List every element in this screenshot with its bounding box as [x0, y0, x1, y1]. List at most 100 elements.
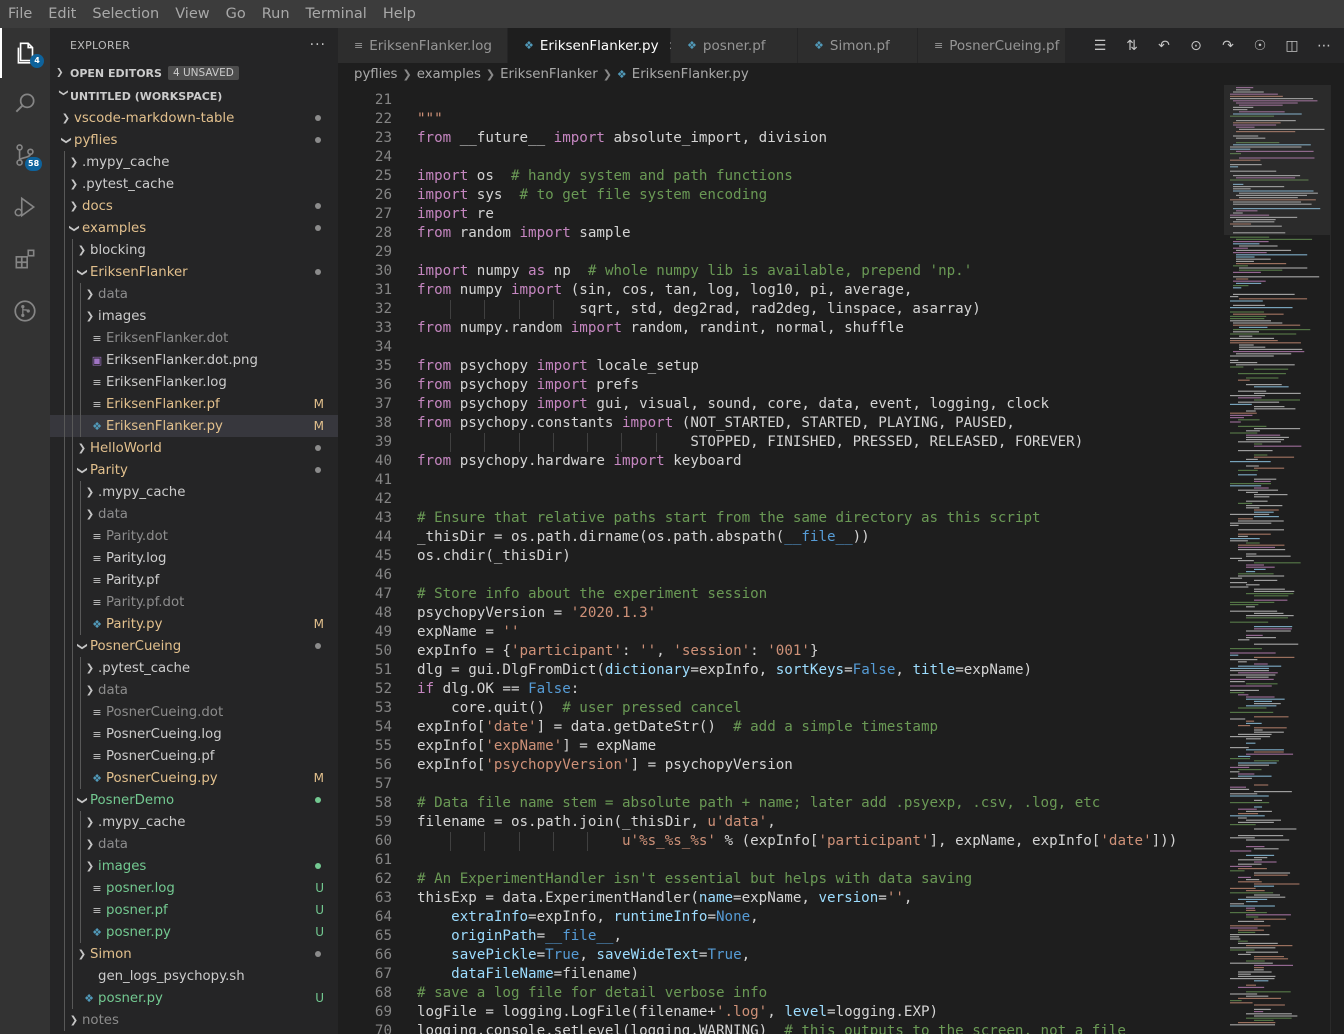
more-actions-button[interactable]: ···: [310, 37, 326, 53]
tree-file[interactable]: ≡ posner.pf U: [50, 899, 338, 921]
python-file-icon: ❖: [524, 39, 534, 52]
tree-file[interactable]: ≡ Parity.log: [50, 547, 338, 569]
menu-edit[interactable]: Edit: [40, 0, 84, 28]
breadcrumb-item[interactable]: pyflies: [354, 67, 398, 82]
menu-run[interactable]: Run: [254, 0, 298, 28]
tree-file[interactable]: ≡ EriksenFlanker.dot: [50, 327, 338, 349]
modified-dot: [315, 467, 321, 473]
tree-folder[interactable]: ❯ .mypy_cache: [50, 811, 338, 833]
source-control-view-button[interactable]: 58: [0, 130, 50, 180]
tree-file[interactable]: ≡ PosnerCueing.dot: [50, 701, 338, 723]
minimap-line: [1233, 265, 1248, 267]
compare-changes-icon[interactable]: ⇅: [1122, 38, 1142, 54]
tree-folder[interactable]: ❯ .pytest_cache: [50, 173, 338, 195]
tab-eriksenflanker-log[interactable]: ≡ EriksenFlanker.log: [338, 28, 508, 63]
breadcrumb-item[interactable]: EriksenFlanker: [500, 67, 598, 82]
tree-folder[interactable]: ❯ blocking: [50, 239, 338, 261]
tree-folder[interactable]: ❯ pyflies: [50, 129, 338, 151]
tree-folder[interactable]: ❯ HelloWorld: [50, 437, 338, 459]
tree-folder[interactable]: ❯ EriksenFlanker: [50, 261, 338, 283]
minimap-line: [1254, 806, 1263, 808]
tree-folder[interactable]: ❯ data: [50, 833, 338, 855]
tree-folder[interactable]: ❯ .mypy_cache: [50, 481, 338, 503]
indent-guide: [64, 173, 65, 195]
gitlens-view-button[interactable]: [0, 286, 50, 336]
tree-folder[interactable]: ❯ examples: [50, 217, 338, 239]
go-back-icon[interactable]: ↶: [1154, 38, 1174, 54]
minimap-line: [1254, 1008, 1271, 1010]
vertical-scrollbar[interactable]: [1330, 85, 1344, 1034]
tree-file[interactable]: ❖ EriksenFlanker.py M: [50, 415, 338, 437]
tree-folder[interactable]: ❯ images: [50, 305, 338, 327]
tree-file[interactable]: ≡ PosnerCueing.log: [50, 723, 338, 745]
breadcrumb-item[interactable]: examples: [417, 67, 481, 82]
more-icon[interactable]: ⋯: [1314, 38, 1334, 54]
code-token: ])): [1151, 833, 1178, 849]
tree-folder[interactable]: ❯ data: [50, 679, 338, 701]
tree-folder[interactable]: ❯ docs: [50, 195, 338, 217]
minimap-line: [1246, 377, 1279, 379]
minimap-line: [1254, 969, 1264, 971]
extensions-view-button[interactable]: [0, 234, 50, 284]
commit-icon[interactable]: ⊙: [1186, 38, 1206, 54]
go-forward-icon[interactable]: ↷: [1218, 38, 1238, 54]
tree-file[interactable]: ❖ Parity.py M: [50, 613, 338, 635]
tree-folder[interactable]: ❯ images: [50, 855, 338, 877]
tree-file[interactable]: ≡ Parity.dot: [50, 525, 338, 547]
gitlens-toggle-icon[interactable]: ☉: [1250, 38, 1270, 54]
tab-posnercueing-pf[interactable]: ≡ PosnerCueing.pf: [918, 28, 1066, 63]
tree-file[interactable]: ❖ posner.py U: [50, 987, 338, 1009]
tree-file[interactable]: ❖ PosnerCueing.py M: [50, 767, 338, 789]
split-editor-icon[interactable]: ◫: [1282, 38, 1302, 54]
tree-file[interactable]: ≡ EriksenFlanker.log: [50, 371, 338, 393]
menu-help[interactable]: Help: [375, 0, 424, 28]
minimap-line: [1254, 612, 1284, 614]
menu-file[interactable]: File: [0, 0, 40, 28]
tab-simon-pf[interactable]: ❖ Simon.pf: [798, 28, 918, 63]
tree-file[interactable]: ≡ Parity.pf.dot: [50, 591, 338, 613]
tree-folder[interactable]: ❯ .mypy_cache: [50, 151, 338, 173]
minimap-line: [1230, 320, 1272, 322]
minimap[interactable]: [1224, 85, 1344, 1034]
tree-file[interactable]: ≡ Parity.pf: [50, 569, 338, 591]
tree-file[interactable]: ▣ EriksenFlanker.dot.png: [50, 349, 338, 371]
tree-file[interactable]: ≡ PosnerCueing.pf: [50, 745, 338, 767]
tree-folder[interactable]: ❯ data: [50, 283, 338, 305]
code-text: dataFileName=filename): [417, 965, 639, 984]
minimap-line: [1230, 949, 1255, 951]
line-number: 53: [374, 700, 392, 716]
search-view-button[interactable]: [0, 78, 50, 128]
minimap-line: [1246, 698, 1285, 700]
code-token: =expName,: [733, 890, 819, 906]
tree-folder[interactable]: ❯ Simon: [50, 943, 338, 965]
breadcrumb-item[interactable]: EriksenFlanker.py: [632, 67, 749, 82]
tree-folder[interactable]: ❯ notes: [50, 1009, 338, 1031]
minimap-slider[interactable]: [1224, 85, 1330, 235]
code-editor[interactable]: 21 22 """ 23 from __future__ import absolute…: [338, 85, 1224, 1034]
minimap-line: [1239, 348, 1303, 350]
editor-tab-bar: ≡EriksenFlanker.log❖EriksenFlanker.py✕❖p…: [338, 28, 1344, 63]
tree-file[interactable]: ❖ posner.py U: [50, 921, 338, 943]
minimap-line: [1254, 590, 1295, 592]
tree-file[interactable]: gen_logs_psychopy.sh: [50, 965, 338, 987]
tree-folder[interactable]: ❯ Parity: [50, 459, 338, 481]
menu-selection[interactable]: Selection: [84, 0, 167, 28]
tree-folder[interactable]: ❯ PosnerCueing: [50, 635, 338, 657]
menu-view[interactable]: View: [167, 0, 217, 28]
open-editors-section[interactable]: ❯ OPEN EDITORS 4 UNSAVED: [50, 62, 338, 84]
tree-folder[interactable]: ❯ PosnerDemo: [50, 789, 338, 811]
tree-folder[interactable]: ❯ data: [50, 503, 338, 525]
run-debug-view-button[interactable]: [0, 182, 50, 232]
tree-folder[interactable]: ❯ vscode-markdown-table: [50, 107, 338, 129]
menu-terminal[interactable]: Terminal: [298, 0, 375, 28]
workspace-section[interactable]: ❯ UNTITLED (WORKSPACE): [50, 85, 338, 107]
tree-folder[interactable]: ❯ .pytest_cache: [50, 657, 338, 679]
tree-file[interactable]: ≡ posner.log U: [50, 877, 338, 899]
code-token: psychopy: [451, 396, 537, 412]
list-icon[interactable]: ☰: [1090, 38, 1110, 54]
tree-file[interactable]: ≡ EriksenFlanker.pf M: [50, 393, 338, 415]
tab-posner-pf[interactable]: ❖ posner.pf: [671, 28, 798, 63]
menu-go[interactable]: Go: [218, 0, 254, 28]
explorer-view-button[interactable]: 4: [0, 28, 50, 78]
tab-eriksenflanker-py[interactable]: ❖EriksenFlanker.py✕: [508, 28, 679, 63]
